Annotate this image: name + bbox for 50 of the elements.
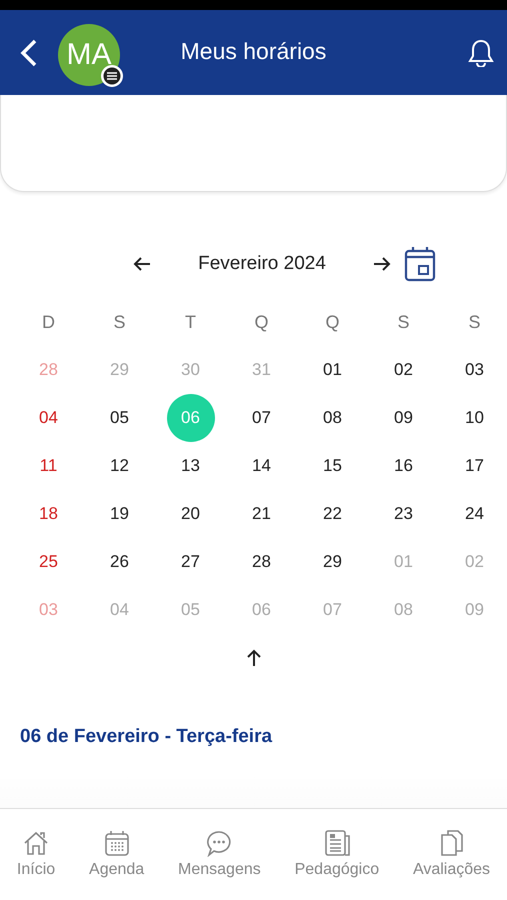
calendar-day[interactable]: 21 <box>238 490 286 538</box>
calendar-day[interactable]: 15 <box>308 442 356 490</box>
calendar-day[interactable]: 27 <box>166 538 214 586</box>
calendar-day[interactable]: 03 <box>450 346 498 394</box>
weekday-label: Q <box>253 310 270 334</box>
calendar-day[interactable]: 07 <box>238 394 286 442</box>
menu-icon <box>100 64 124 88</box>
nav-item[interactable]: Avaliações <box>412 829 490 879</box>
calendar-day[interactable]: 26 <box>96 538 144 586</box>
weekday-label: S <box>112 310 126 334</box>
nav-item[interactable]: Mensagens <box>178 829 261 879</box>
nav-item[interactable]: Pedagógico <box>294 829 380 879</box>
calendar-day[interactable]: 14 <box>238 442 286 490</box>
nav-item[interactable]: Início <box>16 829 56 879</box>
calendar-day[interactable]: 12 <box>96 442 144 490</box>
calendar-button[interactable] <box>404 246 436 282</box>
weekday-label: T <box>184 310 197 334</box>
calendar-day[interactable]: 11 <box>24 442 72 490</box>
calendar-day[interactable]: 04 <box>24 394 72 442</box>
weekday-label: S <box>467 310 482 334</box>
newspaper-icon <box>322 829 351 857</box>
notification-button[interactable] <box>467 38 495 68</box>
calendar-day[interactable]: 19 <box>96 490 144 538</box>
selected-date-heading: 06 de Fevereiro - Terça-feira <box>20 726 274 748</box>
weekday-label: D <box>41 310 56 334</box>
calendar-day[interactable]: 10 <box>450 394 498 442</box>
calendar-day[interactable]: 24 <box>450 490 498 538</box>
calendar-day[interactable]: 02 <box>380 346 428 394</box>
calendar-day[interactable]: 29 <box>308 538 356 586</box>
calendar-day[interactable]: 23 <box>380 490 428 538</box>
weekday-label: S <box>396 310 410 334</box>
home-icon <box>22 829 50 857</box>
month-label: Fevereiro 2024 <box>197 253 327 275</box>
calendar-day[interactable]: 28 <box>238 538 286 586</box>
calendar-day[interactable]: 08 <box>308 394 356 442</box>
nav-item[interactable]: Agenda <box>89 829 144 879</box>
calendar-icon <box>102 829 131 857</box>
calendar-day[interactable]: 20 <box>166 490 214 538</box>
calendar-day[interactable]: 25 <box>24 538 72 586</box>
calendar-day[interactable]: 01 <box>308 346 356 394</box>
calendar-day[interactable]: 22 <box>308 490 356 538</box>
calendar-day[interactable]: 09 <box>380 394 428 442</box>
calendar-day[interactable]: 17 <box>450 442 498 490</box>
weekday-label: Q <box>324 310 340 334</box>
calendar-day[interactable]: 05 <box>96 394 144 442</box>
calendar-day[interactable]: 18 <box>24 490 72 538</box>
screen-title: Meus horários <box>180 38 326 65</box>
chat-icon <box>205 829 234 857</box>
calendar-day[interactable]: 13 <box>166 442 214 490</box>
calendar-day[interactable]: 16 <box>380 442 428 490</box>
